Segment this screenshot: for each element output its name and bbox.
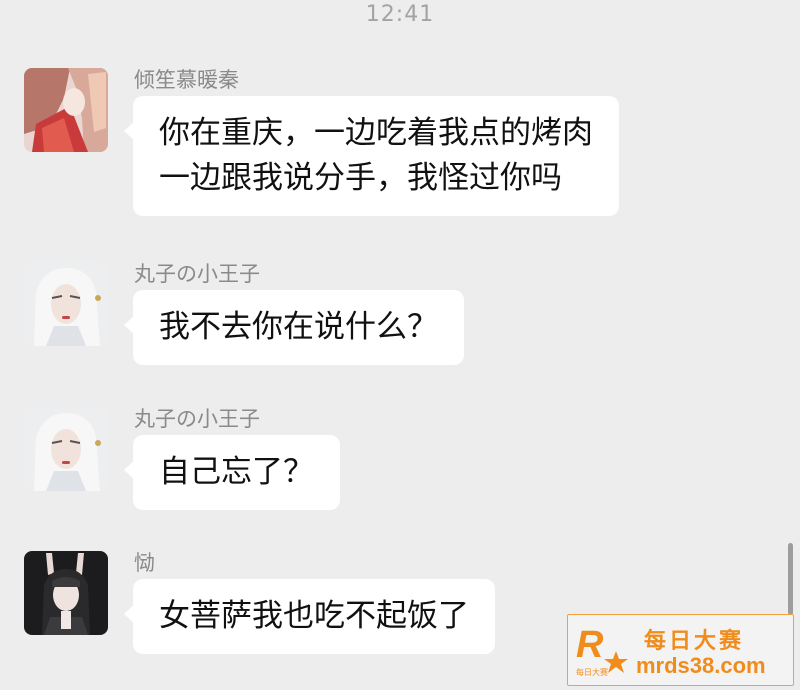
message-text: 自己忘了？ — [159, 454, 314, 490]
message-bubble[interactable]: 我不去你在说什么？ — [124, 290, 464, 365]
message-text: 我不去你在说什么？ — [159, 309, 438, 345]
message-text: 女菩萨我也吃不起饭了 — [159, 598, 469, 634]
sender-name: 丸子の小王子 — [134, 407, 260, 431]
timestamp: 12:41 — [365, 2, 435, 27]
sender-name: 丸子の小王子 — [134, 262, 260, 286]
message-text: 你在重庆，一边吃着我点的烤肉 — [159, 115, 593, 151]
avatar[interactable] — [24, 407, 108, 491]
scrollbar[interactable] — [788, 543, 793, 615]
watermark: R 每日大赛 每日大赛 mrds38.com — [567, 614, 794, 686]
avatar[interactable] — [24, 262, 108, 346]
message-bubble[interactable]: 女菩萨我也吃不起饭了 — [124, 579, 495, 654]
sender-name: 倾笙慕暖秦 — [134, 68, 239, 92]
sender-name: 恸 — [134, 551, 155, 575]
svg-text:R: R — [576, 624, 604, 666]
watermark-url: mrds38.com — [636, 653, 766, 678]
message-bubble[interactable]: 自己忘了？ — [124, 435, 340, 510]
watermark-title: 每日大赛 — [644, 629, 745, 654]
watermark-logo-icon: R 每日大赛 — [576, 624, 628, 677]
avatar[interactable] — [24, 68, 108, 152]
avatar[interactable] — [24, 551, 108, 635]
message-bubble[interactable]: 你在重庆，一边吃着我点的烤肉 一边跟我说分手，我怪过你吗 — [124, 96, 619, 216]
message-text: 一边跟我说分手，我怪过你吗 — [159, 160, 562, 196]
svg-text:每日大赛: 每日大赛 — [576, 667, 608, 677]
